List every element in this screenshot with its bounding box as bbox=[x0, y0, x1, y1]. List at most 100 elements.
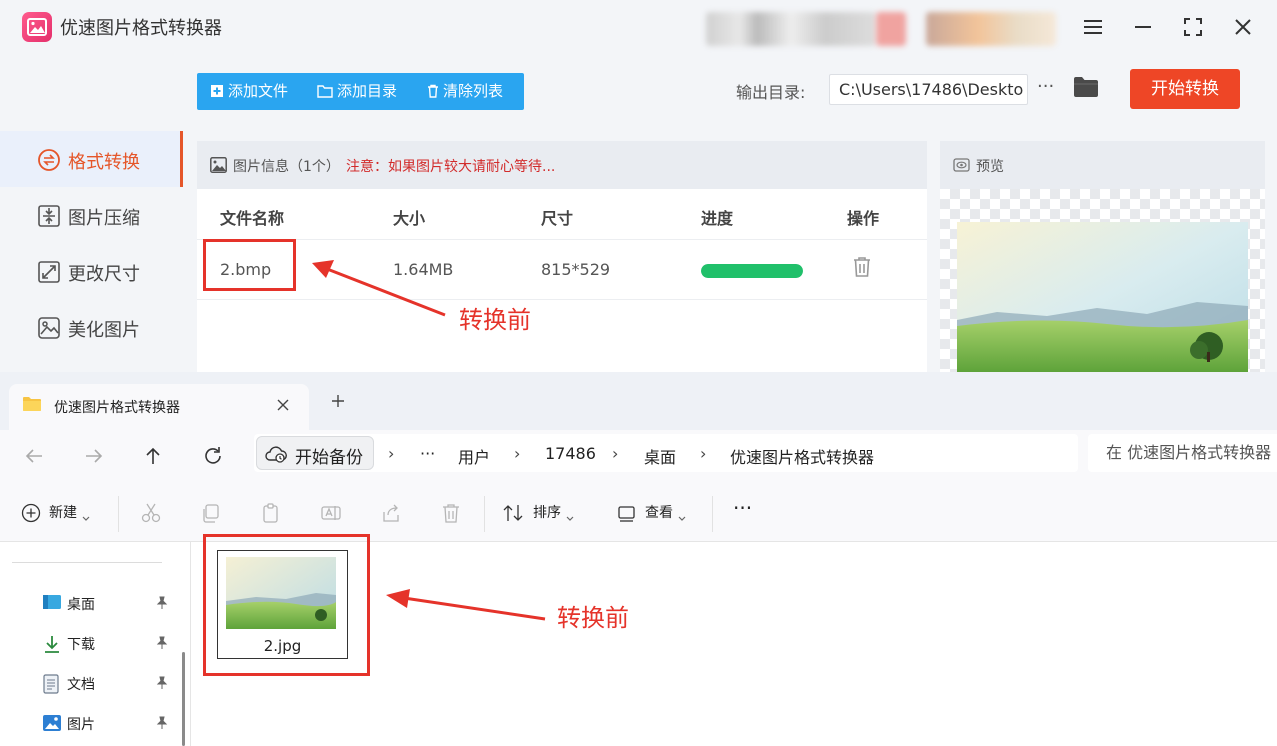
up-arrow-icon[interactable] bbox=[141, 444, 165, 468]
desktop-icon bbox=[43, 595, 61, 609]
annotation-arrow bbox=[312, 260, 446, 317]
nav-scrollbar[interactable] bbox=[182, 652, 185, 746]
new-plus-icon bbox=[21, 503, 41, 523]
pin-icon[interactable] bbox=[155, 716, 169, 730]
close-icon[interactable] bbox=[1228, 12, 1258, 42]
close-tab-icon[interactable] bbox=[275, 397, 291, 413]
divider bbox=[12, 562, 162, 563]
start-backup-label: 开始备份 bbox=[295, 448, 363, 468]
sidebar-item-label: 美化图片 bbox=[68, 320, 140, 341]
divider bbox=[484, 496, 485, 532]
maximize-icon[interactable] bbox=[1178, 12, 1208, 42]
sidebar-item-label: 更改尺寸 bbox=[68, 264, 140, 285]
annotation-arrow bbox=[386, 589, 546, 621]
share-icon[interactable] bbox=[380, 502, 402, 524]
cloud-backup-icon bbox=[265, 446, 287, 463]
nav-item-downloads[interactable]: 下载 bbox=[42, 632, 174, 656]
sort-label: 排序 bbox=[533, 505, 561, 521]
pin-icon[interactable] bbox=[155, 636, 169, 650]
pictures-icon bbox=[43, 715, 61, 731]
column-header-name: 文件名称 bbox=[220, 209, 285, 228]
refresh-icon[interactable] bbox=[201, 444, 225, 468]
app-title: 优速图片格式转换器 bbox=[60, 18, 222, 39]
file-toolbar: 添加文件 添加目录 清除列表 bbox=[197, 73, 524, 110]
explorer-command-bar: 新建 排序 查看 ··· bbox=[0, 484, 1277, 542]
nav-item-documents[interactable]: 文档 bbox=[42, 672, 174, 696]
search-input[interactable]: 在 优速图片格式转换器 bbox=[1088, 434, 1277, 472]
pin-icon[interactable] bbox=[155, 676, 169, 690]
view-button[interactable]: 查看 bbox=[617, 502, 687, 526]
nav-item-label: 图片 bbox=[67, 717, 95, 733]
output-directory-field[interactable]: C:\Users\17486\Deskto bbox=[829, 74, 1028, 105]
pin-icon[interactable] bbox=[155, 596, 169, 610]
nav-item-pictures[interactable]: 图片 bbox=[42, 712, 174, 736]
minimize-icon[interactable] bbox=[1128, 12, 1158, 42]
folder-icon bbox=[23, 397, 41, 411]
add-directory-label: 添加目录 bbox=[337, 82, 398, 100]
start-convert-button[interactable]: 开始转换 bbox=[1130, 69, 1240, 109]
sidebar-item-label: 格式转换 bbox=[68, 152, 140, 173]
sidebar-item-resize[interactable]: 更改尺寸 bbox=[0, 243, 183, 299]
progress-bar bbox=[701, 264, 803, 278]
add-directory-button[interactable]: 添加目录 bbox=[317, 73, 397, 110]
start-backup-button[interactable]: 开始备份 bbox=[256, 436, 374, 470]
preview-image bbox=[957, 222, 1248, 372]
breadcrumb-separator: › bbox=[612, 444, 619, 463]
forward-arrow-icon[interactable] bbox=[82, 444, 106, 468]
open-folder-icon[interactable] bbox=[1073, 76, 1099, 102]
new-button[interactable]: 新建 bbox=[21, 502, 91, 526]
address-bar[interactable]: 开始备份 › ··· 用户 › 17486 › 桌面 › 优速图片格式转换器 bbox=[254, 434, 1078, 472]
nav-item-desktop[interactable]: 桌面 bbox=[42, 592, 174, 616]
download-icon bbox=[45, 636, 59, 653]
preview-canvas bbox=[940, 189, 1265, 372]
sidebar: 格式转换 图片压缩 更改尺寸 美化图片 bbox=[0, 56, 183, 372]
title-bar: 优速图片格式转换器 bbox=[0, 0, 1277, 56]
sidebar-item-compress[interactable]: 图片压缩 bbox=[0, 187, 183, 243]
sort-button[interactable]: 排序 bbox=[503, 502, 575, 526]
breadcrumb-separator: › bbox=[700, 444, 707, 463]
progress-fill bbox=[701, 264, 803, 278]
cut-icon[interactable] bbox=[140, 502, 162, 524]
sidebar-item-beautify[interactable]: 美化图片 bbox=[0, 299, 183, 355]
preview-title: 预览 bbox=[976, 159, 1004, 175]
explorer-tab[interactable]: 优速图片格式转换器 bbox=[9, 384, 309, 430]
view-label: 查看 bbox=[645, 505, 673, 521]
add-file-button[interactable]: 添加文件 bbox=[210, 73, 288, 110]
column-header-dims: 尺寸 bbox=[541, 209, 574, 228]
menu-icon[interactable] bbox=[1078, 12, 1108, 42]
delete-row-icon[interactable] bbox=[852, 256, 872, 282]
breadcrumb-user[interactable]: 17486 bbox=[545, 444, 596, 463]
rename-icon[interactable] bbox=[320, 502, 342, 524]
explorer-tab-bar: 优速图片格式转换器 bbox=[0, 372, 1277, 430]
annotation-box-before bbox=[203, 534, 370, 676]
chevron-down-icon bbox=[567, 516, 574, 521]
back-arrow-icon[interactable] bbox=[22, 444, 46, 468]
output-directory-label: 输出目录: bbox=[736, 83, 806, 102]
clear-list-button[interactable]: 清除列表 bbox=[427, 73, 503, 110]
image-info-icon bbox=[210, 157, 227, 173]
copy-icon[interactable] bbox=[200, 502, 222, 524]
trash-icon bbox=[428, 84, 438, 98]
blurred-user-area bbox=[706, 12, 876, 46]
nav-item-label: 下载 bbox=[67, 637, 95, 653]
more-options-button[interactable]: ··· bbox=[733, 496, 752, 520]
output-more-button[interactable]: ··· bbox=[1037, 76, 1054, 97]
view-icon bbox=[618, 506, 635, 522]
breadcrumb-current-folder[interactable]: 优速图片格式转换器 bbox=[730, 444, 874, 468]
compress-icon bbox=[37, 204, 61, 228]
breadcrumb-users[interactable]: 用户 bbox=[458, 444, 490, 468]
new-label: 新建 bbox=[49, 505, 77, 521]
delete-icon[interactable] bbox=[440, 502, 462, 524]
preview-header: 预览 bbox=[940, 141, 1265, 189]
new-tab-icon[interactable] bbox=[330, 393, 346, 409]
paste-icon[interactable] bbox=[260, 502, 282, 524]
divider bbox=[118, 496, 119, 532]
beautify-icon bbox=[37, 316, 61, 340]
column-header-action: 操作 bbox=[847, 209, 880, 228]
breadcrumb-overflow[interactable]: ··· bbox=[420, 444, 435, 463]
sidebar-item-format-convert[interactable]: 格式转换 bbox=[0, 131, 183, 187]
annotation-label-before: 转换前 bbox=[459, 306, 531, 334]
converter-app-window: 优速图片格式转换器 格式转换 图片压缩 更改尺寸 美化图片 添加文件 添加目录 … bbox=[0, 0, 1277, 372]
breadcrumb-desktop[interactable]: 桌面 bbox=[644, 444, 676, 468]
blurred-avatar bbox=[876, 12, 906, 46]
